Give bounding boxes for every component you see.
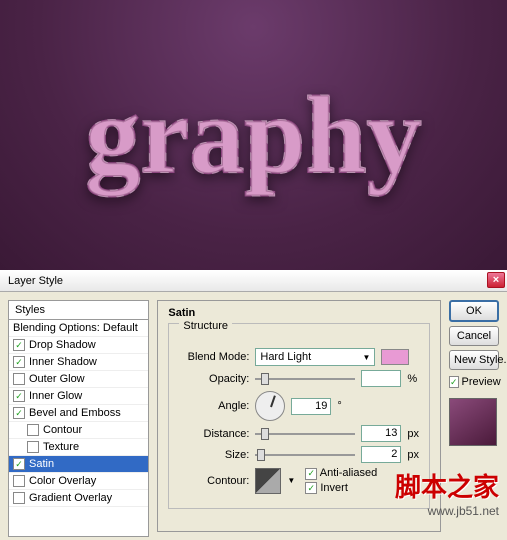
style-contour[interactable]: Contour <box>9 422 148 439</box>
opacity-slider[interactable] <box>255 372 355 386</box>
cancel-button[interactable]: Cancel <box>449 326 499 346</box>
style-label: Blending Options: Default <box>13 322 138 334</box>
angle-input[interactable]: 19 <box>291 398 331 415</box>
style-label: Outer Glow <box>29 373 85 385</box>
style-label: Color Overlay <box>29 475 96 487</box>
distance-input[interactable]: 13 <box>361 425 401 442</box>
styles-list: Blending Options: Default Drop Shadow In… <box>8 319 149 537</box>
angle-dial[interactable] <box>255 391 285 421</box>
angle-label: Angle: <box>179 400 249 412</box>
style-texture[interactable]: Texture <box>9 439 148 456</box>
unit-label: px <box>407 449 419 461</box>
style-bevel-emboss[interactable]: Bevel and Emboss <box>9 405 148 422</box>
size-row: Size: 2 px <box>179 446 419 463</box>
checkbox-icon <box>449 376 459 388</box>
style-label: Satin <box>29 458 54 470</box>
checkbox-icon[interactable] <box>13 373 25 385</box>
chevron-down-icon[interactable]: ▼ <box>287 476 295 485</box>
checkbox-icon[interactable] <box>13 407 25 419</box>
invert-checkbox[interactable]: Invert <box>305 482 377 495</box>
opacity-label: Opacity: <box>179 373 249 385</box>
styles-column: Styles Blending Options: Default Drop Sh… <box>8 300 149 532</box>
style-drop-shadow[interactable]: Drop Shadow <box>9 337 148 354</box>
preview-swatch <box>449 398 497 446</box>
contour-picker[interactable] <box>255 468 281 494</box>
panel-title: Satin <box>168 307 195 319</box>
style-label: Bevel and Emboss <box>29 407 121 419</box>
checkbox-icon <box>305 482 317 494</box>
slider-thumb-icon[interactable] <box>261 373 269 385</box>
size-label: Size: <box>179 449 249 461</box>
style-label: Contour <box>43 424 82 436</box>
buttons-column: OK Cancel New Style... Preview <box>449 300 499 532</box>
distance-label: Distance: <box>179 428 249 440</box>
checkbox-icon[interactable] <box>13 390 25 402</box>
ok-button[interactable]: OK <box>449 300 499 322</box>
slider-thumb-icon[interactable] <box>257 449 265 461</box>
style-label: Drop Shadow <box>29 339 96 351</box>
style-inner-glow[interactable]: Inner Glow <box>9 388 148 405</box>
styles-header[interactable]: Styles <box>8 300 149 319</box>
dialog-body: Styles Blending Options: Default Drop Sh… <box>0 292 507 540</box>
checkbox-icon[interactable] <box>27 424 39 436</box>
checkbox-icon[interactable] <box>13 356 25 368</box>
satin-panel: Satin Structure Blend Mode: Hard Light ▼… <box>157 300 441 532</box>
unit-label: ° <box>337 400 341 412</box>
dialog-titlebar: Layer Style × <box>0 270 507 292</box>
size-slider[interactable] <box>255 448 355 462</box>
document-canvas: graphy <box>0 0 507 270</box>
anti-aliased-checkbox[interactable]: Anti-aliased <box>305 467 377 480</box>
dialog-title: Layer Style <box>8 275 63 287</box>
new-style-button[interactable]: New Style... <box>449 350 499 370</box>
distance-row: Distance: 13 px <box>179 425 419 442</box>
checkbox-label: Invert <box>320 482 348 494</box>
blend-mode-dropdown[interactable]: Hard Light ▼ <box>255 348 375 366</box>
size-input[interactable]: 2 <box>361 446 401 463</box>
checkbox-icon <box>305 468 317 480</box>
style-inner-shadow[interactable]: Inner Shadow <box>9 354 148 371</box>
style-label: Inner Shadow <box>29 356 97 368</box>
style-gradient-overlay[interactable]: Gradient Overlay <box>9 490 148 507</box>
style-label: Inner Glow <box>29 390 82 402</box>
unit-label: % <box>407 373 417 385</box>
dropdown-value: Hard Light <box>260 351 311 363</box>
chevron-down-icon: ▼ <box>362 353 370 362</box>
color-swatch[interactable] <box>381 349 409 365</box>
close-icon[interactable]: × <box>487 272 505 288</box>
style-label: Texture <box>43 441 79 453</box>
distance-slider[interactable] <box>255 427 355 441</box>
checkbox-icon[interactable] <box>13 458 25 470</box>
style-outer-glow[interactable]: Outer Glow <box>9 371 148 388</box>
artwork-text: graphy <box>85 72 421 199</box>
contour-row: Contour: ▼ Anti-aliased Invert <box>179 467 419 494</box>
checkbox-label: Preview <box>462 376 501 388</box>
unit-label: px <box>407 428 419 440</box>
opacity-input[interactable] <box>361 370 401 387</box>
checkbox-icon[interactable] <box>13 475 25 487</box>
opacity-row: Opacity: % <box>179 370 419 387</box>
preview-checkbox[interactable]: Preview <box>449 376 499 388</box>
slider-thumb-icon[interactable] <box>261 428 269 440</box>
style-satin[interactable]: Satin <box>9 456 148 473</box>
checkbox-icon[interactable] <box>27 441 39 453</box>
structure-group: Structure Blend Mode: Hard Light ▼ Opaci… <box>168 323 430 509</box>
style-color-overlay[interactable]: Color Overlay <box>9 473 148 490</box>
angle-row: Angle: 19 ° <box>179 391 419 421</box>
checkbox-icon[interactable] <box>13 492 25 504</box>
group-label: Structure <box>179 320 232 332</box>
blend-mode-label: Blend Mode: <box>179 351 249 363</box>
style-blending-options[interactable]: Blending Options: Default <box>9 320 148 337</box>
style-label: Gradient Overlay <box>29 492 112 504</box>
checkbox-label: Anti-aliased <box>320 467 377 479</box>
contour-label: Contour: <box>179 475 249 487</box>
blend-mode-row: Blend Mode: Hard Light ▼ <box>179 348 419 366</box>
checkbox-icon[interactable] <box>13 339 25 351</box>
